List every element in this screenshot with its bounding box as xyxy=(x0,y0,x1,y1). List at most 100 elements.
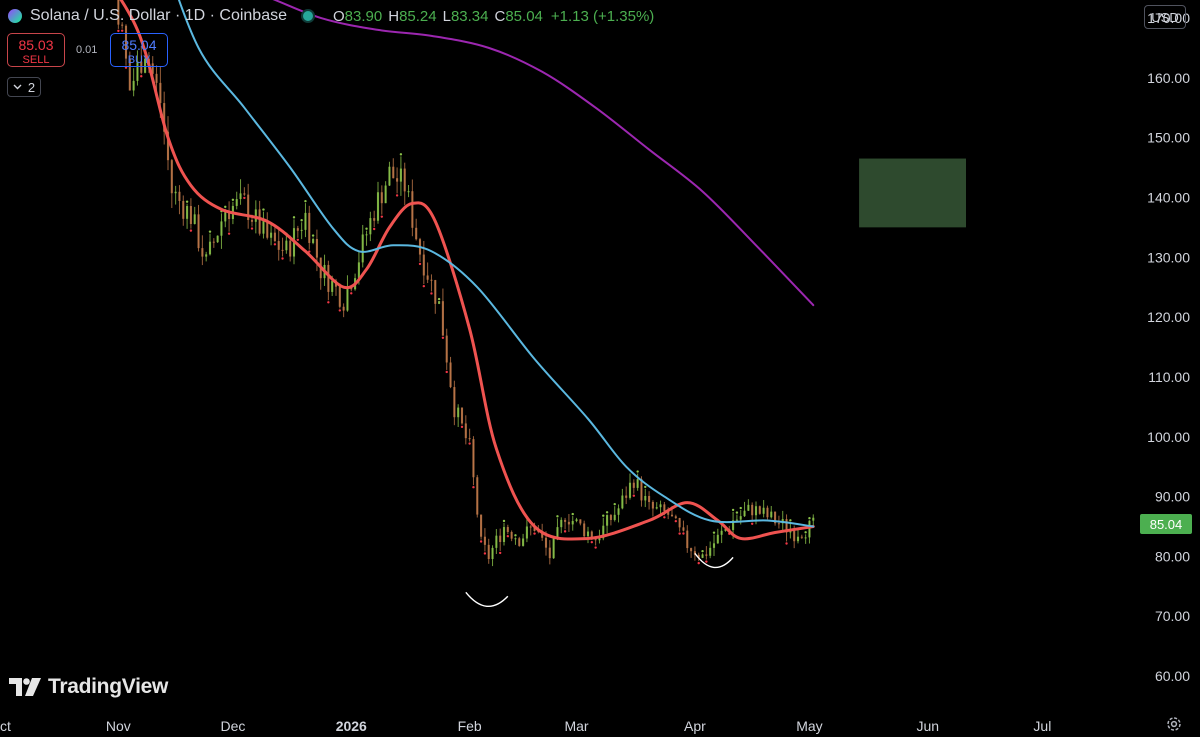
candle-body xyxy=(678,518,681,528)
symbol-title[interactable]: Solana / U.S. Dollar · 1D · Coinbase xyxy=(30,7,287,25)
candle-body xyxy=(327,264,330,292)
candle xyxy=(395,167,399,197)
target-zone-layer xyxy=(859,158,966,228)
candle-body xyxy=(579,519,582,524)
candle xyxy=(182,195,185,226)
candle-body xyxy=(235,199,238,206)
candle xyxy=(498,528,502,555)
price-chart[interactable]: 170.00160.00150.00140.00130.00120.00110.… xyxy=(0,0,1200,737)
candle xyxy=(369,211,372,242)
candle xyxy=(327,260,330,304)
candle xyxy=(567,514,570,532)
candle xyxy=(621,488,624,510)
candle-body xyxy=(411,191,414,228)
candle-body xyxy=(445,335,448,363)
signal-dot xyxy=(663,516,666,519)
price-axis: 170.00160.00150.00140.00130.00120.00110.… xyxy=(1147,10,1190,684)
signal-dot xyxy=(594,546,597,549)
candle-body xyxy=(212,241,215,243)
tradingview-logo[interactable]: TradingView xyxy=(9,675,168,699)
signal-dot xyxy=(227,232,231,235)
candle xyxy=(185,200,189,229)
candle xyxy=(483,528,487,555)
candle-body xyxy=(285,240,288,251)
signal-dot xyxy=(472,486,475,489)
candle xyxy=(674,514,678,523)
candle-body xyxy=(487,544,490,560)
buy-button[interactable]: 85.04 BUY xyxy=(110,33,168,67)
time-tick-label: Nov xyxy=(106,718,131,734)
signal-dot xyxy=(731,508,735,512)
candle-body xyxy=(754,506,758,516)
gear-icon[interactable] xyxy=(1165,715,1183,733)
target-zone xyxy=(859,158,966,228)
candle xyxy=(300,219,303,240)
market-status-icon[interactable] xyxy=(301,9,315,23)
change-value: +1.13 (+1.35%) xyxy=(550,7,655,25)
candle xyxy=(709,541,712,559)
candle-body xyxy=(476,477,479,515)
signal-dot xyxy=(304,199,307,203)
candle-body xyxy=(682,527,685,531)
high-value: 85.24 xyxy=(399,7,437,25)
candle xyxy=(277,227,280,261)
signal-dot xyxy=(750,522,754,525)
candle xyxy=(579,519,582,526)
candle-body xyxy=(384,185,387,204)
candle xyxy=(651,500,655,520)
candle xyxy=(296,225,300,241)
candle-body xyxy=(468,438,471,440)
time-tick-label: Feb xyxy=(458,718,482,734)
candle-body xyxy=(376,192,380,221)
candle-body xyxy=(342,306,345,311)
signal-dot xyxy=(120,29,124,32)
candle-body xyxy=(472,439,475,478)
candle-body xyxy=(277,241,280,250)
signal-dot xyxy=(514,534,517,537)
candle xyxy=(636,470,639,491)
candle-body xyxy=(705,554,708,556)
sell-button[interactable]: 85.03 SELL xyxy=(7,33,65,67)
candle-body xyxy=(186,206,189,219)
candle xyxy=(235,191,238,210)
candle xyxy=(644,485,647,508)
signal-dot xyxy=(189,229,193,232)
candle xyxy=(770,505,773,519)
signal-dot xyxy=(300,219,303,222)
candle-body xyxy=(491,547,494,560)
signal-dot xyxy=(380,215,384,218)
candle-body xyxy=(499,535,502,542)
candle xyxy=(808,517,811,544)
signal-dot xyxy=(441,336,445,340)
price-tick-label: 70.00 xyxy=(1155,608,1190,624)
candle xyxy=(495,529,498,554)
candle-body xyxy=(453,387,456,418)
candle-body xyxy=(621,495,624,509)
annotations-layer xyxy=(465,552,734,607)
price-tick-label: 140.00 xyxy=(1147,189,1190,205)
candle-body xyxy=(720,530,723,535)
price-tick-label: 90.00 xyxy=(1155,489,1190,505)
indicators-toggle-button[interactable]: 2 xyxy=(7,77,41,97)
candle xyxy=(613,502,616,522)
candle xyxy=(506,524,510,538)
signal-dot xyxy=(483,552,487,555)
signal-dot xyxy=(678,532,681,535)
signal-dot xyxy=(705,560,708,563)
candle xyxy=(308,205,311,253)
candle xyxy=(388,161,391,186)
signal-dot xyxy=(208,230,212,233)
candle xyxy=(525,517,528,543)
open-value: 83.90 xyxy=(344,7,383,25)
candle xyxy=(216,235,219,244)
candle-body xyxy=(586,531,590,537)
currency-button[interactable]: USD xyxy=(1144,5,1186,29)
candle xyxy=(319,257,322,290)
candle-body xyxy=(403,168,406,192)
candle-body xyxy=(686,530,689,549)
candle xyxy=(418,237,422,266)
candle-body xyxy=(770,511,773,518)
candle-body xyxy=(525,526,528,539)
candle-body xyxy=(441,301,444,336)
time-tick-label: Jun xyxy=(917,718,940,734)
